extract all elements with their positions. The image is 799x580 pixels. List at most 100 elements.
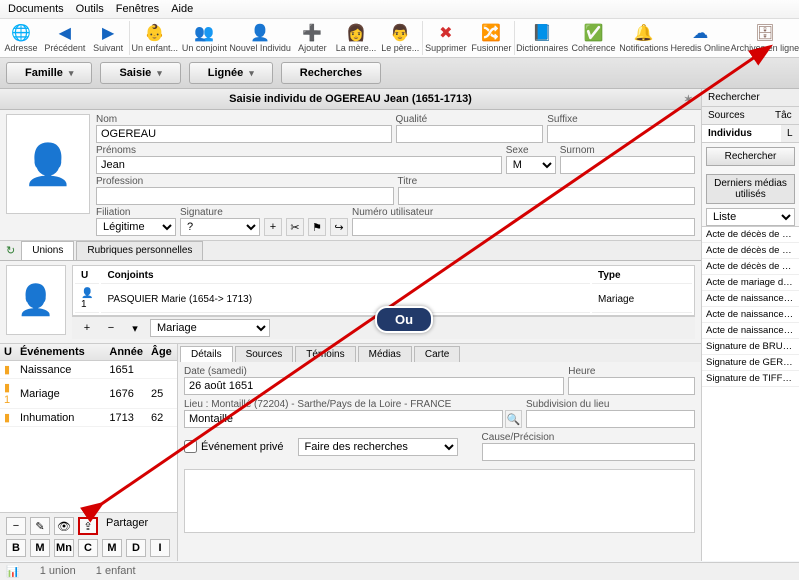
rtab-tac[interactable]: Tâc [769, 107, 799, 125]
sexe-select[interactable]: M [506, 156, 556, 174]
event-row[interactable]: ▮Inhumation171362 [0, 409, 177, 427]
event-row[interactable]: ▮ 1Mariage167625 [0, 379, 177, 409]
recent-media-item[interactable]: Acte de décès de TFF [702, 259, 799, 275]
profession-input[interactable] [96, 187, 394, 205]
tab-famille[interactable]: Famille▾ [6, 62, 92, 84]
lieu-search-icon[interactable]: 🔍 [505, 410, 522, 428]
cause-input[interactable] [482, 443, 695, 461]
letter-m[interactable]: M [102, 539, 122, 557]
toolbar-le-p-re-[interactable]: 👨Le père... [379, 21, 423, 55]
prenoms-input[interactable] [96, 156, 502, 174]
tab-rubriques[interactable]: Rubriques personnelles [76, 241, 203, 260]
letter-b[interactable]: B [6, 539, 26, 557]
toolbar-coh-rence[interactable]: ✅Cohérence [569, 21, 617, 55]
toolbar-heredis-online[interactable]: ☁Heredis Online [670, 21, 731, 55]
suffixe-input[interactable] [547, 125, 695, 143]
date-input[interactable] [184, 377, 564, 395]
toolbar-adresse[interactable]: 🌐Adresse [0, 21, 42, 55]
recent-media-item[interactable]: Signature de GERMAI [702, 355, 799, 371]
rtab-individus[interactable]: Individus [702, 125, 781, 143]
rtab-sources[interactable]: Sources [702, 107, 769, 125]
toolbar-la-m-re-[interactable]: 👩La mère... [333, 21, 378, 55]
recent-media-item[interactable]: Acte de naissance de [702, 291, 799, 307]
nom-input[interactable] [96, 125, 392, 143]
toolbar-un-enfant-[interactable]: 👶Un enfant... [130, 21, 180, 55]
recent-media-item[interactable]: Acte de décès de BUR [702, 227, 799, 243]
toolbar-suivant[interactable]: ▶Suivant [88, 21, 130, 55]
toolbar-ajouter[interactable]: ➕Ajouter [291, 21, 333, 55]
spouse-photo-placeholder[interactable]: 👤 [6, 265, 66, 335]
filiation-select[interactable]: Légitime [96, 218, 176, 236]
link-plus-icon[interactable]: + [264, 218, 282, 236]
tab-sources[interactable]: Sources [235, 346, 294, 362]
tab-details[interactable]: Détails [180, 346, 233, 362]
event-remove-icon[interactable]: − [6, 517, 26, 535]
toolbar-pr-c-dent[interactable]: ◀Précédent [42, 21, 88, 55]
rechercher-button[interactable]: Rechercher [706, 147, 795, 166]
letter-i[interactable]: I [150, 539, 170, 557]
favorite-icon[interactable]: ✶ [684, 93, 693, 106]
signature-select[interactable]: ? [180, 218, 260, 236]
tab-temoins[interactable]: Témoins [295, 346, 355, 362]
add-union-icon[interactable]: + [78, 319, 96, 337]
nav-icon[interactable]: ↪ [330, 218, 348, 236]
label-cause: Cause/Précision [482, 432, 695, 443]
menu-outils[interactable]: Outils [76, 3, 104, 15]
notes-textarea[interactable] [184, 469, 695, 533]
heure-input[interactable] [568, 377, 695, 395]
tab-unions[interactable]: Unions [21, 241, 74, 260]
rtab-more[interactable]: L [781, 125, 799, 143]
toolbar-supprimer[interactable]: ✖Supprimer [423, 21, 469, 55]
recent-media-item[interactable]: Signature de TIFFON L [702, 371, 799, 387]
union-type-select[interactable]: Mariage [150, 319, 270, 337]
toolbar-nouvel-individu[interactable]: 👤Nouvel Individu [229, 21, 292, 55]
qualite-input[interactable] [396, 125, 544, 143]
recent-media-item[interactable]: Acte de décès de OG [702, 243, 799, 259]
tab-medias[interactable]: Médias [358, 346, 412, 362]
faire-select[interactable]: Faire des recherches [298, 438, 458, 456]
letter-c[interactable]: C [78, 539, 98, 557]
rtab-rechercher[interactable]: Rechercher [702, 89, 799, 107]
event-private-check[interactable]: Événement privé [184, 440, 284, 453]
toolbar-dictionnaires[interactable]: 📘Dictionnaires [515, 21, 570, 55]
recent-media-item[interactable]: Signature de BRUNET [702, 339, 799, 355]
refresh-icon[interactable]: ↻ [0, 241, 21, 260]
toolbar-un-conjoint[interactable]: 👥Un conjoint [180, 21, 229, 55]
surnom-input[interactable] [560, 156, 695, 174]
event-eye-icon[interactable]: 👁 [54, 517, 74, 535]
recent-media-item[interactable]: Acte de naissance de [702, 323, 799, 339]
link-cut-icon[interactable]: ✂ [286, 218, 304, 236]
event-share-icon[interactable]: ⇪ [78, 517, 98, 535]
union-options-icon[interactable]: ▾ [126, 319, 144, 337]
toolbar-icon: ✖ [436, 23, 456, 43]
label-qualite: Qualité [396, 114, 544, 125]
letter-d[interactable]: D [126, 539, 146, 557]
letter-m[interactable]: M [30, 539, 50, 557]
label-nom: Nom [96, 114, 392, 125]
toolbar-notifications[interactable]: 🔔Notifications [618, 21, 670, 55]
recent-media-item[interactable]: Acte de mariage de O [702, 275, 799, 291]
remove-union-icon[interactable]: − [102, 319, 120, 337]
menu-documents[interactable]: Documents [8, 3, 64, 15]
tab-recherches[interactable]: Recherches [281, 62, 381, 84]
lieu-input[interactable] [184, 410, 503, 428]
tab-saisie[interactable]: Saisie▾ [100, 62, 180, 84]
subdiv-input[interactable] [526, 410, 695, 428]
menu-aide[interactable]: Aide [171, 3, 193, 15]
titre-input[interactable] [398, 187, 696, 205]
toolbar-fusionner[interactable]: 🔀Fusionner [469, 21, 515, 55]
numutil-input[interactable] [352, 218, 695, 236]
toolbar-archives-en-ligne[interactable]: 🗄Archives en ligne [731, 21, 799, 55]
toolbar-icon: 👨 [390, 23, 410, 43]
tab-lignee[interactable]: Lignée▾ [189, 62, 273, 84]
flag-icon[interactable]: ⚑ [308, 218, 326, 236]
letter-mn[interactable]: Mn [54, 539, 74, 557]
recent-media-item[interactable]: Acte de naissance de [702, 307, 799, 323]
tab-carte[interactable]: Carte [414, 346, 460, 362]
menu-fenetres[interactable]: Fenêtres [116, 3, 159, 15]
event-edit-icon[interactable]: ✎ [30, 517, 50, 535]
toolbar-icon: 🗄 [755, 23, 775, 43]
event-row[interactable]: ▮Naissance1651 [0, 361, 177, 379]
liste-select[interactable]: Liste [706, 208, 795, 226]
person-photo-placeholder[interactable]: 👤 [6, 114, 90, 214]
